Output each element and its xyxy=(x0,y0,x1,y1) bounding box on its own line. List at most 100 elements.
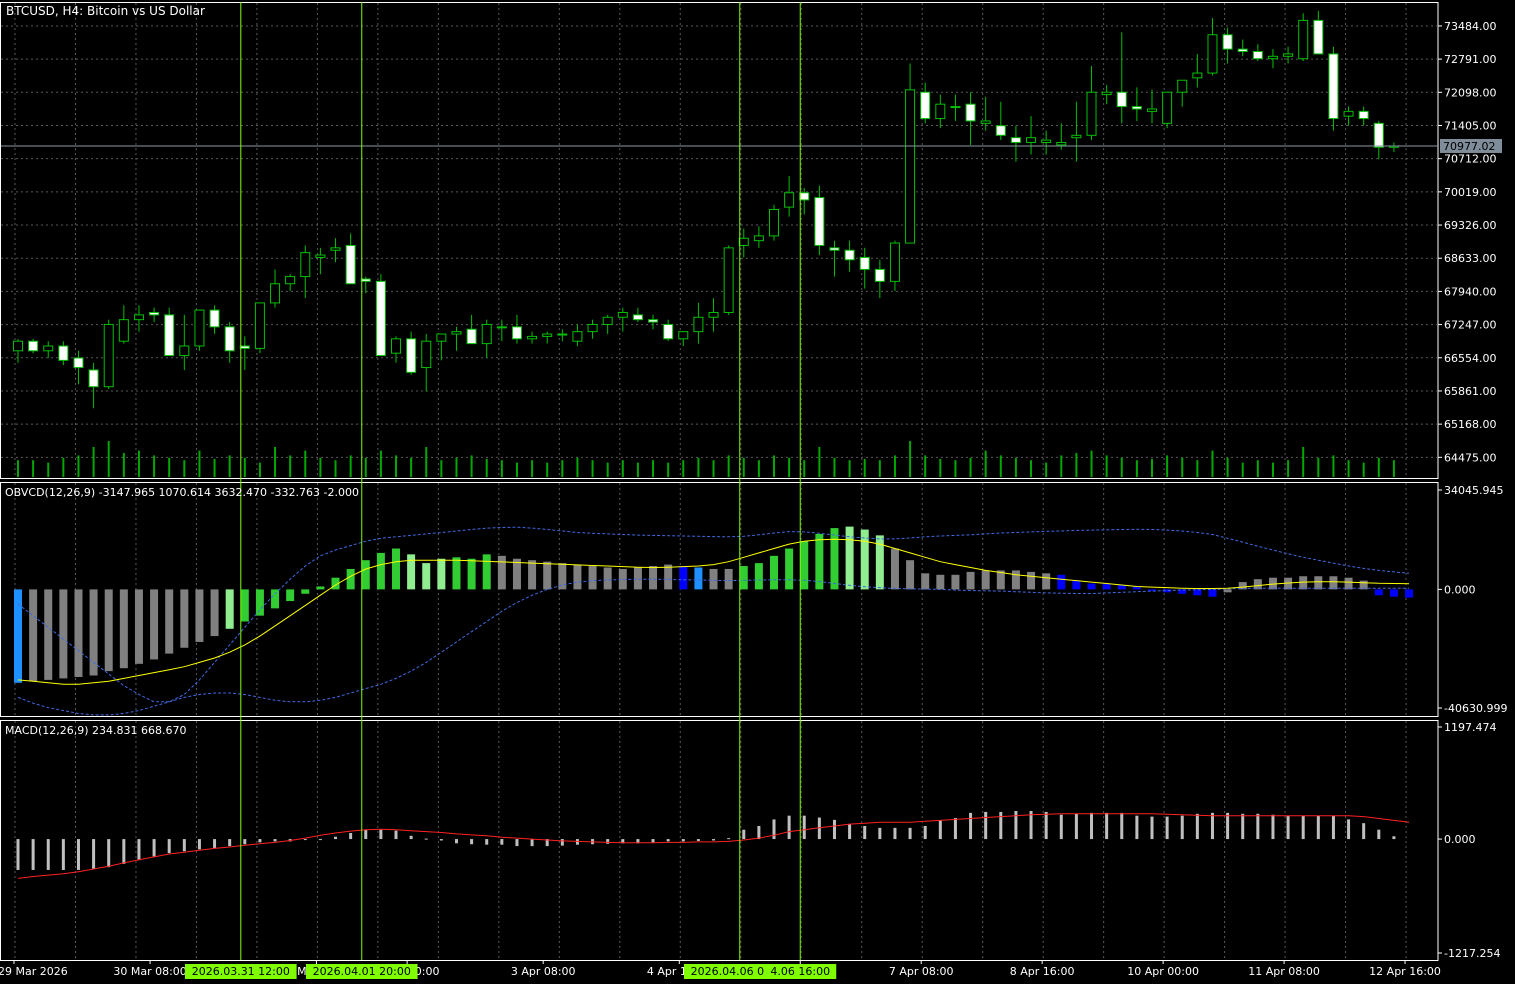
macd-histogram-bar[interactable] xyxy=(727,838,731,840)
macd-histogram-bar[interactable] xyxy=(832,819,836,840)
candle-body[interactable] xyxy=(179,345,190,357)
candle-body[interactable] xyxy=(254,302,265,349)
candle-body[interactable] xyxy=(391,338,401,354)
obvcd-histogram-bar[interactable] xyxy=(210,589,219,637)
macd-histogram-bar[interactable] xyxy=(712,839,716,841)
candle-body[interactable] xyxy=(511,326,522,340)
obvcd-histogram-bar[interactable] xyxy=(1389,589,1398,597)
obvcd-histogram-bar[interactable] xyxy=(951,574,960,590)
macd-histogram-bar[interactable] xyxy=(16,839,20,870)
candle-body[interactable] xyxy=(920,91,931,120)
macd-histogram-bar[interactable] xyxy=(1347,819,1351,840)
obvcd-histogram-bar[interactable] xyxy=(119,589,128,669)
macd-histogram-bar[interactable] xyxy=(152,839,156,857)
macd-histogram-bar[interactable] xyxy=(454,839,458,844)
obvcd-histogram-bar[interactable] xyxy=(452,557,461,590)
obvcd-histogram-bar[interactable] xyxy=(573,564,582,590)
candle-body[interactable] xyxy=(542,333,553,337)
obvcd-histogram-bar[interactable] xyxy=(1042,573,1051,590)
macd-histogram-bar[interactable] xyxy=(76,839,80,870)
obvcd-histogram-bar[interactable] xyxy=(1072,580,1081,590)
macd-histogram-bar[interactable] xyxy=(409,835,413,840)
candle-body[interactable] xyxy=(723,247,734,313)
candle-body[interactable] xyxy=(194,309,205,347)
macd-histogram-bar[interactable] xyxy=(122,839,126,864)
candle-body[interactable] xyxy=(753,235,764,242)
obvcd-histogram-bar[interactable] xyxy=(1193,589,1202,596)
obvcd-histogram-bar[interactable] xyxy=(966,571,975,590)
macd-histogram-bar[interactable] xyxy=(46,839,50,870)
macd-histogram-bar[interactable] xyxy=(273,839,277,842)
candle-body[interactable] xyxy=(1298,19,1309,60)
obvcd-histogram-bar[interactable] xyxy=(906,560,915,590)
candle-body[interactable] xyxy=(1116,91,1127,108)
macd-histogram-bar[interactable] xyxy=(364,829,368,840)
candle-body[interactable] xyxy=(1131,106,1142,110)
candle-body[interactable] xyxy=(360,278,371,282)
obvcd-histogram-bar[interactable] xyxy=(225,589,234,629)
macd-histogram-bar[interactable] xyxy=(92,839,96,870)
candle-body[interactable] xyxy=(1358,110,1369,120)
candle-body[interactable] xyxy=(632,314,643,321)
candle-body[interactable] xyxy=(239,345,250,349)
macd-histogram-bar[interactable] xyxy=(182,839,186,852)
macd-histogram-bar[interactable] xyxy=(303,839,307,841)
macd-histogram-bar[interactable] xyxy=(908,827,912,840)
macd-histogram-bar[interactable] xyxy=(61,839,65,870)
obvcd-histogram-bar[interactable] xyxy=(1314,576,1323,590)
candle-body[interactable] xyxy=(118,319,129,342)
macd-histogram-bar[interactable] xyxy=(1392,836,1396,840)
macd-histogram-bar[interactable] xyxy=(1105,812,1109,840)
obvcd-histogram-bar[interactable] xyxy=(785,548,794,590)
macd-histogram-bar[interactable] xyxy=(228,839,232,847)
macd-histogram-bar[interactable] xyxy=(560,839,564,846)
obvcd-histogram-bar[interactable] xyxy=(497,555,506,590)
macd-histogram-bar[interactable] xyxy=(1241,813,1245,840)
macd-histogram-bar[interactable] xyxy=(439,839,443,841)
macd-histogram-bar[interactable] xyxy=(379,829,383,840)
candle-body[interactable] xyxy=(43,345,54,352)
candle-body[interactable] xyxy=(315,254,326,258)
candle-body[interactable] xyxy=(1313,19,1324,55)
obvcd-histogram-bar[interactable] xyxy=(633,567,642,590)
macd-histogram-bar[interactable] xyxy=(1256,813,1260,840)
candle-body[interactable] xyxy=(375,280,386,357)
macd-histogram-bar[interactable] xyxy=(696,839,700,841)
macd-histogram-bar[interactable] xyxy=(1301,815,1305,840)
macd-histogram-bar[interactable] xyxy=(334,836,338,840)
macd-histogram-bar[interactable] xyxy=(953,818,957,840)
candle-body[interactable] xyxy=(406,338,417,373)
macd-histogram-bar[interactable] xyxy=(1165,816,1169,840)
candle-body[interactable] xyxy=(496,326,507,329)
obvcd-histogram-bar[interactable] xyxy=(134,589,143,664)
candle-body[interactable] xyxy=(1056,141,1067,146)
obvcd-histogram-bar[interactable] xyxy=(392,548,400,590)
obvcd-histogram-bar[interactable] xyxy=(422,563,431,590)
macd-histogram-bar[interactable] xyxy=(1135,815,1139,840)
macd-histogram-bar[interactable] xyxy=(107,839,111,868)
candle-body[interactable] xyxy=(874,268,885,282)
macd-histogram-bar[interactable] xyxy=(1286,815,1290,840)
candle-body[interactable] xyxy=(73,357,84,369)
candle-body[interactable] xyxy=(1177,79,1188,93)
macd-histogram-bar[interactable] xyxy=(1120,812,1124,840)
candle-body[interactable] xyxy=(829,247,840,251)
candle-body[interactable] xyxy=(451,331,462,335)
obvcd-histogram-bar[interactable] xyxy=(165,589,174,654)
macd-histogram-bar[interactable] xyxy=(137,839,141,861)
candle-body[interactable] xyxy=(693,316,704,333)
macd-histogram-bar[interactable] xyxy=(470,839,474,845)
macd-histogram-bar[interactable] xyxy=(1195,813,1199,840)
obvcd-histogram-bar[interactable] xyxy=(1374,589,1383,596)
macd-histogram-bar[interactable] xyxy=(394,830,398,840)
macd-histogram-bar[interactable] xyxy=(424,838,428,840)
candle-body[interactable] xyxy=(13,340,23,352)
obvcd-histogram-bar[interactable] xyxy=(1087,583,1096,590)
candle-body[interactable] xyxy=(995,125,1006,136)
macd-histogram-bar[interactable] xyxy=(1316,815,1320,840)
candle-body[interactable] xyxy=(28,340,39,352)
obvcd-histogram-bar[interactable] xyxy=(981,570,990,590)
macd-histogram-bar[interactable] xyxy=(515,839,519,847)
candle-body[interactable] xyxy=(1267,55,1278,60)
candle-body[interactable] xyxy=(481,323,492,345)
